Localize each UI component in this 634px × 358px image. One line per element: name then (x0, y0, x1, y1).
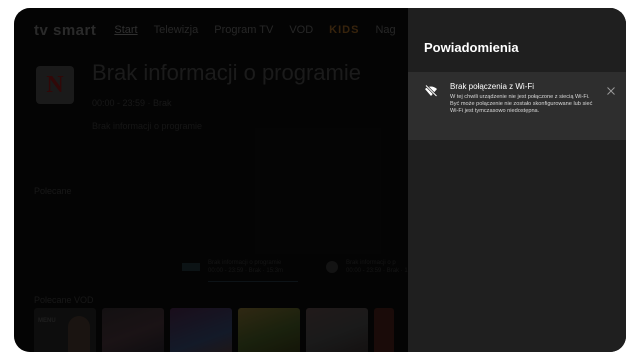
vod-tile[interactable] (374, 308, 394, 352)
nav-item-telewizja[interactable]: Telewizja (154, 24, 199, 36)
tvsmart-logo: tv smart (34, 22, 96, 39)
nav-item-program-tv[interactable]: Program TV (214, 24, 273, 36)
close-icon[interactable] (604, 84, 618, 98)
netflix-logo: N (46, 71, 64, 98)
vod-tile[interactable] (306, 308, 368, 352)
nav-item-nagrania[interactable]: Nag (375, 24, 395, 36)
top-navigation: tv smart Start Telewizja Program TV VOD … (34, 18, 412, 42)
notifications-panel: Powiadomienia Brak połączenia z Wi-Fi W … (408, 8, 626, 352)
card-title: Brak informacji o p (346, 260, 396, 266)
vod-label: Polecane VOD (34, 295, 94, 305)
recommended-label: Polecane (34, 186, 72, 196)
vod-tile[interactable] (170, 308, 232, 352)
notification-title: Brak połączenia z Wi-Fi (450, 82, 535, 91)
channel-logo: N (36, 66, 74, 104)
card-thumbnail (182, 263, 200, 271)
notification-body: W tej chwili urządzenie nie jest połączo… (450, 94, 593, 114)
card-meta: 00:00 - 23:59 · Brak · 15: (346, 268, 413, 274)
card-title: Brak informacji o programie (208, 260, 282, 266)
nav-item-vod[interactable]: VOD (289, 24, 313, 36)
card-thumbnail (326, 261, 338, 273)
program-time: 00:00 - 23:59 · Brak (92, 98, 172, 108)
card-progress-bar (208, 281, 298, 282)
vod-row: MENU (34, 308, 394, 352)
vod-tile[interactable]: MENU (34, 308, 96, 352)
logo-text: tv smart (34, 21, 97, 39)
panel-title: Powiadomienia (424, 40, 519, 55)
vod-figure (68, 316, 90, 352)
vod-tile-label: MENU (38, 318, 56, 324)
program-description: Brak informacji o programie (92, 121, 203, 131)
recommended-card[interactable]: Brak informacji o p 00:00 - 23:59 · Brak… (326, 256, 413, 278)
vod-tile[interactable] (102, 308, 164, 352)
nav-item-start[interactable]: Start (114, 24, 137, 36)
card-meta: 00:00 - 23:59 · Brak · 15:3m (208, 268, 284, 274)
nav-item-kids[interactable]: KIDS (329, 24, 359, 36)
notification-item[interactable]: Brak połączenia z Wi-Fi W tej chwili urz… (408, 72, 626, 140)
program-title: Brak informacji o programie (92, 60, 361, 85)
recommended-card[interactable]: Brak informacji o programie 00:00 - 23:5… (182, 256, 298, 282)
wifi-off-icon (424, 84, 438, 98)
vod-tile[interactable] (238, 308, 300, 352)
